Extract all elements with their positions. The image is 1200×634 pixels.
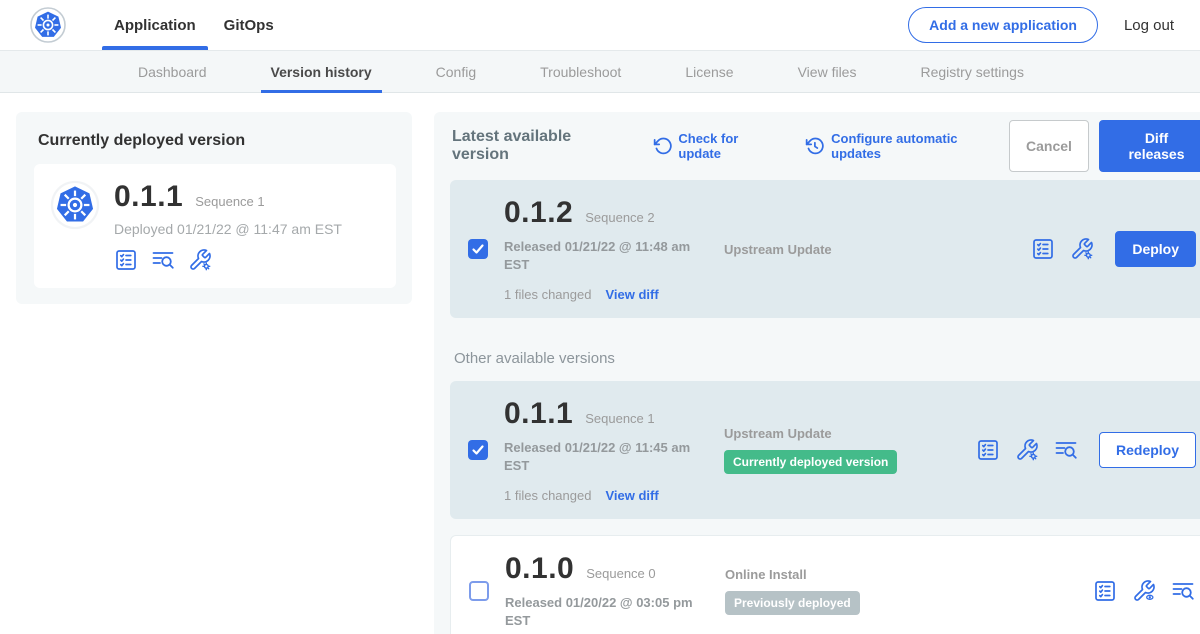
version-checkbox[interactable] <box>468 440 488 460</box>
other-versions-heading: Other available versions <box>454 350 1200 367</box>
deployed-version-number: 0.1.1 <box>114 180 183 214</box>
deployed-card-title: Currently deployed version <box>34 132 396 150</box>
files-changed: 1 files changed <box>504 287 591 302</box>
schedule-update-icon <box>805 136 825 156</box>
released-timestamp: Released 01/21/22 @ 11:45 am EST <box>504 439 706 474</box>
view-logs-icon[interactable] <box>151 248 175 272</box>
add-application-button[interactable]: Add a new application <box>908 7 1098 43</box>
refresh-icon <box>653 136 673 156</box>
version-row-0-1-0: 0.1.0 Sequence 0 Released 01/20/22 @ 03:… <box>450 535 1200 634</box>
view-logs-icon[interactable] <box>1054 438 1078 462</box>
kubernetes-logo-icon[interactable] <box>30 7 66 43</box>
app-subnav: Dashboard Version history Config Trouble… <box>0 50 1200 93</box>
logout-link[interactable]: Log out <box>1124 17 1174 34</box>
kubernetes-app-icon <box>50 180 100 230</box>
version-source: Online Install Previously deployed <box>725 567 977 615</box>
release-notes-icon[interactable] <box>1093 579 1117 603</box>
edit-config-icon[interactable] <box>1015 438 1039 462</box>
redeploy-button[interactable]: Redeploy <box>1099 432 1196 468</box>
view-logs-icon[interactable] <box>1171 579 1195 603</box>
previously-deployed-badge: Previously deployed <box>725 591 860 615</box>
release-notes-icon[interactable] <box>976 438 1000 462</box>
currently-deployed-badge: Currently deployed version <box>724 450 897 474</box>
version-sequence: Sequence 2 <box>585 210 654 225</box>
subnav-version-history[interactable]: Version history <box>261 51 382 92</box>
source-label: Online Install <box>725 567 807 582</box>
subnav-view-files[interactable]: View files <box>788 51 867 92</box>
view-diff-link[interactable]: View diff <box>605 488 658 503</box>
checkmark-icon <box>471 242 485 256</box>
tab-gitops[interactable]: GitOps <box>210 0 288 50</box>
check-for-update-label: Check for update <box>678 131 783 161</box>
version-number: 0.1.2 <box>504 196 573 230</box>
version-checkbox[interactable] <box>469 581 489 601</box>
version-checkbox[interactable] <box>468 239 488 259</box>
released-timestamp: Released 01/20/22 @ 03:05 pm EST <box>505 594 707 629</box>
deployed-version-card: 0.1.1 Sequence 1 Deployed 01/21/22 @ 11:… <box>34 164 396 288</box>
subnav-troubleshoot[interactable]: Troubleshoot <box>530 51 631 92</box>
currently-deployed-card: Currently deployed version 0.1.1 Seque <box>16 112 412 304</box>
version-actions: Redeploy <box>976 432 1196 468</box>
subnav-config[interactable]: Config <box>426 51 486 92</box>
top-navbar: Application GitOps Add a new application… <box>0 0 1200 50</box>
subnav-license[interactable]: License <box>675 51 743 92</box>
version-row-0-1-2: 0.1.2 Sequence 2 Released 01/21/22 @ 11:… <box>450 180 1200 318</box>
latest-version-heading: Latest available version <box>452 128 631 164</box>
view-config-icon[interactable] <box>1132 579 1156 603</box>
version-sequence: Sequence 1 <box>585 411 654 426</box>
subnav-registry-settings[interactable]: Registry settings <box>910 51 1033 92</box>
deployed-timestamp: Deployed 01/21/22 @ 11:47 am EST <box>114 221 342 237</box>
check-for-update-link[interactable]: Check for update <box>653 131 784 161</box>
tab-application[interactable]: Application <box>100 0 210 50</box>
version-row-0-1-1: 0.1.1 Sequence 1 Released 01/21/22 @ 11:… <box>450 381 1200 519</box>
edit-config-icon[interactable] <box>188 248 212 272</box>
release-notes-icon[interactable] <box>114 248 138 272</box>
source-label: Upstream Update <box>724 426 832 441</box>
configure-updates-link[interactable]: Configure automatic updates <box>805 131 1009 161</box>
version-actions: Deploy <box>1031 231 1196 267</box>
configure-updates-label: Configure automatic updates <box>831 131 1009 161</box>
version-history-header: Latest available version Check for updat… <box>450 128 1200 164</box>
release-notes-icon[interactable] <box>1031 237 1055 261</box>
checkmark-icon <box>471 443 485 457</box>
version-number: 0.1.1 <box>504 397 573 431</box>
version-sequence: Sequence 0 <box>586 566 655 581</box>
deploy-button[interactable]: Deploy <box>1115 231 1196 267</box>
released-timestamp: Released 01/21/22 @ 11:48 am EST <box>504 238 706 273</box>
version-number: 0.1.0 <box>505 552 574 586</box>
version-info: 0.1.1 Sequence 1 Released 01/21/22 @ 11:… <box>504 397 706 503</box>
main-content: Currently deployed version 0.1.1 Seque <box>0 93 1200 634</box>
source-label: Upstream Update <box>724 242 832 257</box>
deployed-sequence: Sequence 1 <box>195 194 264 209</box>
version-history-panel: Latest available version Check for updat… <box>434 112 1200 634</box>
version-actions <box>1093 579 1195 603</box>
version-source: Upstream Update Currently deployed versi… <box>724 426 976 474</box>
edit-config-icon[interactable] <box>1070 237 1094 261</box>
diff-releases-button[interactable]: Diff releases <box>1099 120 1200 172</box>
version-source: Upstream Update <box>724 242 976 257</box>
files-changed: 1 files changed <box>504 488 591 503</box>
view-diff-link[interactable]: View diff <box>605 287 658 302</box>
deployed-version-info: 0.1.1 Sequence 1 Deployed 01/21/22 @ 11:… <box>114 180 342 272</box>
version-info: 0.1.2 Sequence 2 Released 01/21/22 @ 11:… <box>504 196 706 302</box>
cancel-button[interactable]: Cancel <box>1009 120 1089 172</box>
subnav-dashboard[interactable]: Dashboard <box>128 51 217 92</box>
version-info: 0.1.0 Sequence 0 Released 01/20/22 @ 03:… <box>505 552 707 629</box>
